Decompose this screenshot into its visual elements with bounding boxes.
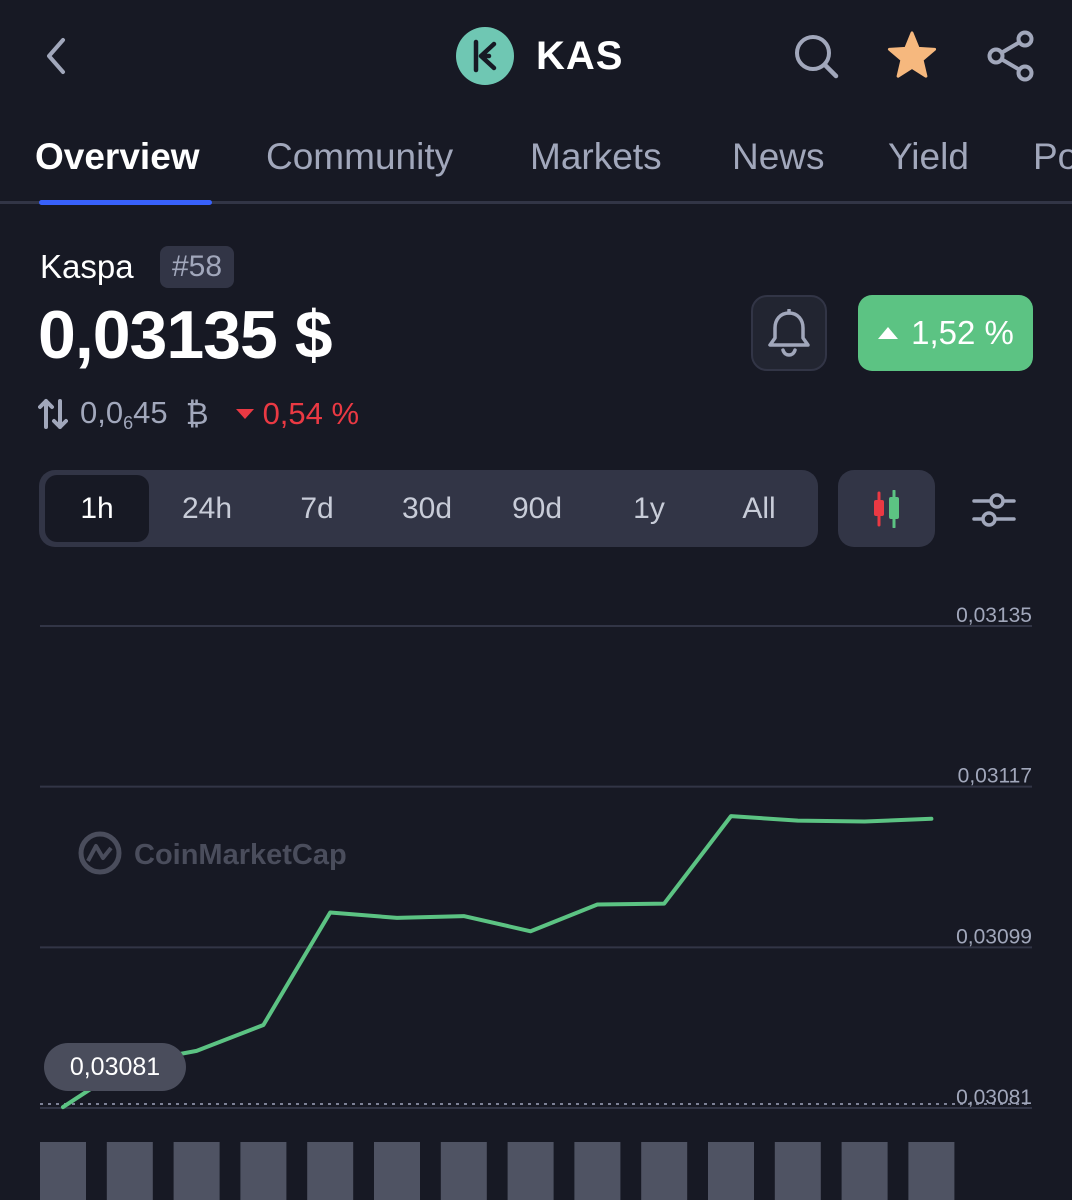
btc-change: 0,54 % — [235, 396, 360, 432]
range-7d[interactable]: 7d — [267, 475, 367, 542]
tab-overview[interactable]: Overview — [35, 136, 200, 178]
swap-arrows-icon — [38, 399, 68, 429]
search-button[interactable] — [790, 30, 842, 82]
tab-yield[interactable]: Yield — [888, 136, 969, 178]
triangle-up-icon — [878, 327, 899, 339]
y-tick-label: 0,03135 — [956, 604, 1032, 627]
candlestick-toggle-button[interactable] — [838, 470, 935, 547]
chevron-left-icon — [47, 38, 65, 74]
price-change-badge: 1,52 % — [858, 295, 1033, 371]
share-icon — [987, 30, 1034, 82]
kaspa-logo-icon — [456, 27, 514, 85]
back-button[interactable] — [30, 28, 82, 84]
btc-price-zero-count: 6 — [123, 412, 134, 433]
volume-bar — [40, 1142, 86, 1200]
y-tick-label: 0,03081 — [956, 1086, 1032, 1109]
btc-price: 0,0645 — [80, 395, 168, 434]
price-change-value: 1,52 % — [911, 314, 1014, 351]
star-icon — [887, 31, 937, 78]
tab-news[interactable]: News — [732, 136, 825, 178]
search-icon — [795, 35, 839, 79]
volume-bar — [641, 1142, 688, 1200]
coinmarketcap-watermark: CoinMarketCap — [78, 831, 347, 875]
bitcoin-symbol: ₿ — [185, 396, 209, 431]
range-90d[interactable]: 90d — [487, 475, 587, 542]
volume-bar — [173, 1142, 220, 1200]
btc-price-tail: 45 — [133, 394, 168, 430]
coin-header: KAS — [456, 26, 623, 86]
price-chart: CoinMarketCap 0,03135 0,03117 0,03099 0,030… — [40, 604, 1032, 1200]
triangle-down-icon — [235, 409, 254, 419]
range-all[interactable]: All — [709, 475, 809, 542]
chart-settings-button[interactable] — [966, 480, 1022, 540]
coin-name: Kaspa — [40, 248, 134, 285]
volume-bar — [574, 1142, 621, 1200]
btc-price-main: 0,0 — [80, 394, 124, 430]
watermark-text: CoinMarketCap — [134, 839, 347, 871]
time-range-selector: 1h 24h 7d 30d 90d 1y All — [39, 470, 818, 547]
tab-community[interactable]: Community — [266, 136, 453, 178]
y-axis-ticks: 0,03135 0,03117 0,03099 0,03081 — [956, 604, 1032, 1109]
volume-bar — [106, 1142, 153, 1200]
volume-bar — [374, 1142, 420, 1200]
volume-bar — [841, 1142, 888, 1200]
low-price-label: 0,03081 — [44, 1043, 186, 1091]
candlestick-icon — [873, 489, 899, 528]
volume-bar — [307, 1142, 354, 1200]
volume-bar — [507, 1142, 554, 1200]
range-30d[interactable]: 30d — [377, 475, 477, 542]
coin-symbol: KAS — [536, 33, 624, 78]
price-alert-button[interactable] — [751, 295, 827, 371]
bell-icon — [768, 309, 810, 357]
tab-active-indicator — [39, 200, 212, 205]
volume-bar — [908, 1142, 955, 1200]
share-button[interactable] — [985, 30, 1037, 82]
tab-portfolio[interactable]: Po — [1033, 136, 1072, 178]
range-24h[interactable]: 24h — [157, 475, 257, 542]
volume-bars — [40, 1142, 955, 1200]
coin-price: 0,03135 $ — [38, 297, 333, 373]
rank-badge: #58 — [160, 246, 235, 288]
tab-markets[interactable]: Markets — [530, 136, 662, 178]
y-tick-label: 0,03117 — [958, 765, 1032, 788]
volume-bar — [440, 1142, 487, 1200]
volume-bar — [708, 1142, 754, 1200]
range-1h[interactable]: 1h — [45, 475, 149, 542]
volume-bar — [240, 1142, 287, 1200]
range-1y[interactable]: 1y — [599, 475, 699, 542]
tab-bar: Overview Community Markets News Yield Po — [0, 118, 1072, 206]
btc-change-value: 0,54 % — [262, 396, 360, 431]
btc-price-row: 0,0645 ₿ 0,54 % — [38, 394, 359, 434]
sliders-icon — [972, 493, 1016, 527]
watchlist-star-button[interactable] — [886, 30, 938, 82]
y-tick-label: 0,03099 — [956, 925, 1032, 948]
volume-bar — [774, 1142, 821, 1200]
